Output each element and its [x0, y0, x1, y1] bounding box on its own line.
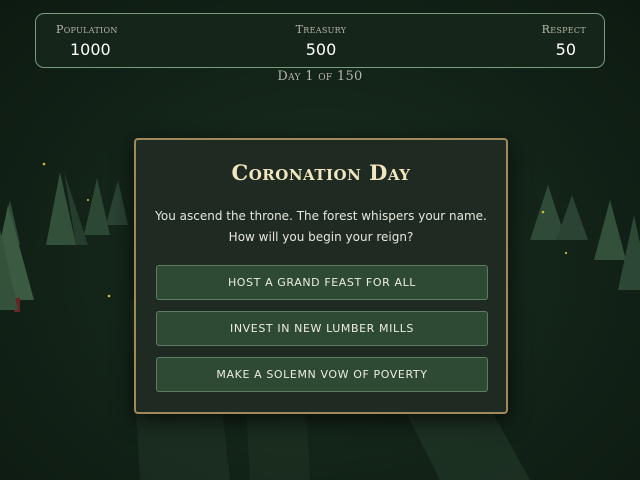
choice-button-vow-of-poverty[interactable]: MAKE A SOLEMN VOW OF POVERTY: [156, 357, 488, 392]
firefly: [107, 294, 111, 298]
pine-tree: [594, 200, 626, 260]
firefly: [87, 199, 89, 201]
stat-respect-label: Respect: [541, 23, 586, 36]
stat-treasury: Treasury 500: [36, 23, 606, 61]
day-counter: Day 1 of 150: [277, 69, 363, 84]
choice-button-feast[interactable]: HOST A GRAND FEAST FOR ALL: [156, 265, 488, 300]
pine-tree: [106, 180, 128, 225]
event-title: Coronation Day: [231, 160, 411, 185]
choice-button-lumber-mills[interactable]: INVEST IN NEW LUMBER MILLS: [156, 311, 488, 346]
stat-respect-value: 50: [555, 40, 576, 59]
stat-respect: Respect 50: [542, 23, 586, 61]
stat-treasury-value: 500: [305, 40, 337, 59]
firefly: [541, 210, 545, 214]
pine-tree: [84, 178, 110, 235]
stats-bar: Population 1000 Treasury 500 Respect 50: [35, 13, 605, 68]
event-description: You ascend the throne. The forest whispe…: [155, 209, 487, 244]
firefly: [564, 251, 568, 255]
stat-treasury-label: Treasury: [295, 23, 347, 36]
pine-tree: [556, 195, 588, 240]
event-card: Coronation Day You ascend the throne. Th…: [134, 138, 508, 414]
firefly: [42, 162, 46, 166]
